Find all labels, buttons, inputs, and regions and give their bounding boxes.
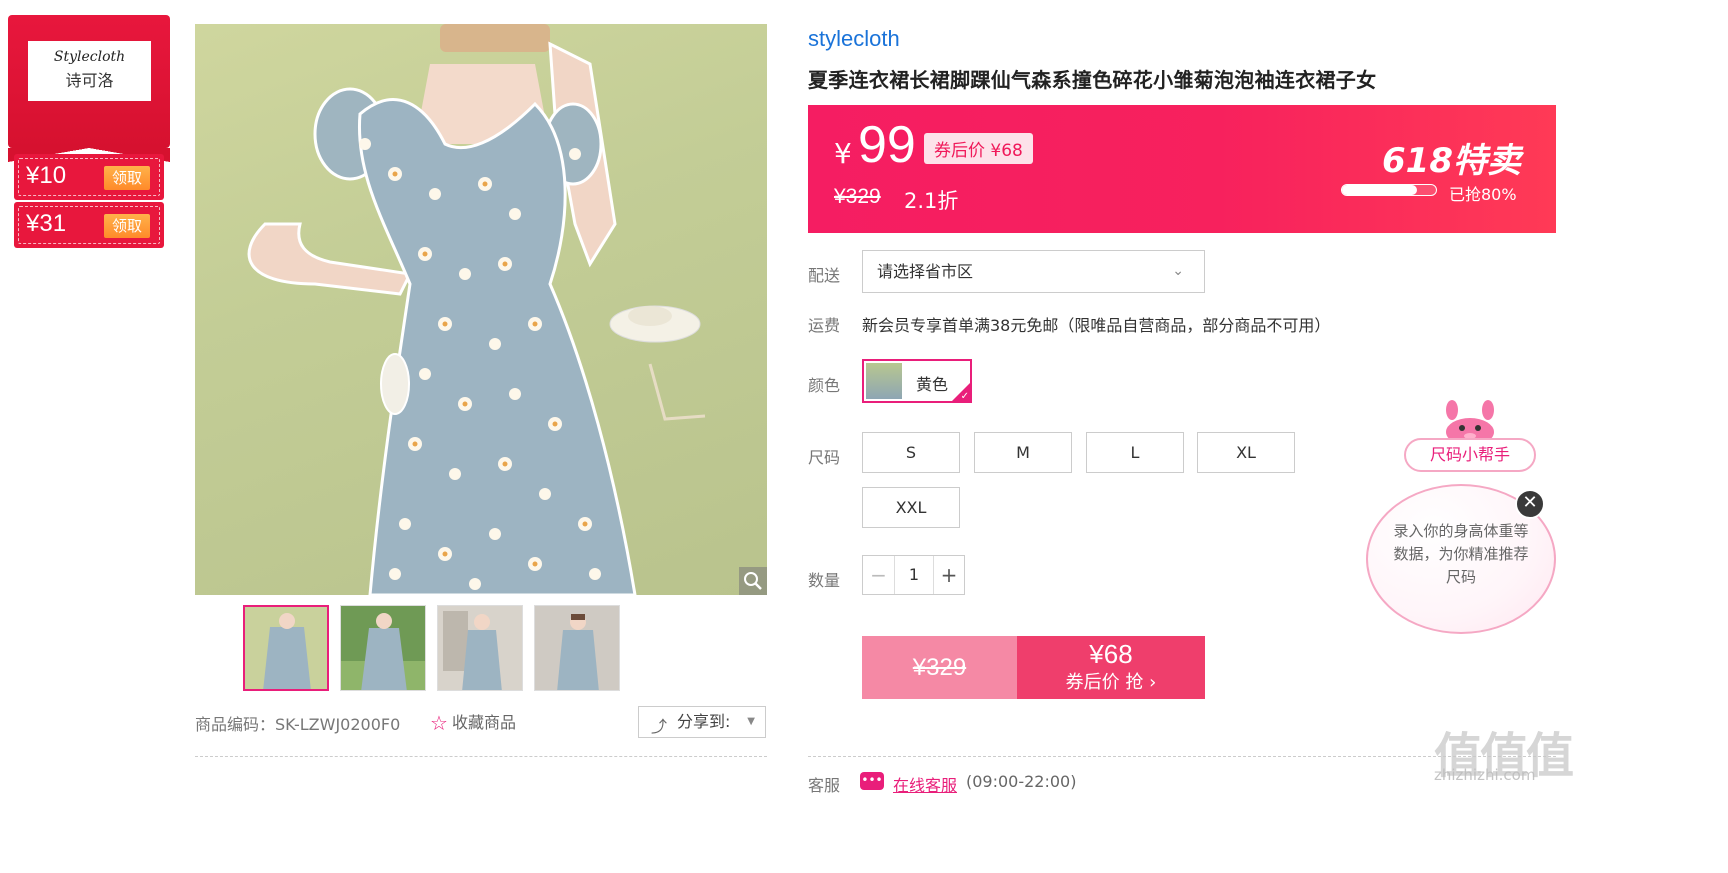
thumbnail-3[interactable]	[437, 605, 523, 691]
sold-progress-bar	[1341, 184, 1437, 196]
thumbnail-1[interactable]	[243, 605, 329, 691]
region-select[interactable]: 请选择省市区 ⌄	[862, 250, 1205, 293]
original-price: ¥329	[834, 185, 881, 208]
discount-rate: 2.1折	[904, 189, 959, 213]
chevron-down-icon: ▼	[747, 716, 755, 727]
share-label: 分享到:	[677, 712, 731, 731]
delivery-label: 配送	[808, 266, 841, 285]
buy-original-price[interactable]: ¥329	[862, 636, 1017, 699]
promo-title: 618特卖	[1382, 141, 1521, 181]
color-option-yellow[interactable]: 黄色 ✓	[862, 359, 972, 403]
claim-coupon-button[interactable]: 领取	[104, 166, 150, 190]
size-helper-title[interactable]: 尺码小帮手	[1404, 438, 1536, 472]
currency-symbol: ¥	[834, 137, 852, 170]
size-option-l[interactable]: L	[1086, 432, 1184, 473]
shipping-label: 运费	[808, 316, 841, 335]
price-banner: ¥ 99 券后价 ¥68 ¥329 2.1折 618特卖 已抢80%	[808, 105, 1556, 233]
thumbnail-4[interactable]	[534, 605, 620, 691]
service-label: 客服	[808, 776, 841, 795]
color-label: 颜色	[808, 376, 841, 395]
buy-price: ¥68	[1089, 639, 1133, 669]
watermark-url: zhizhizhi.com	[1434, 766, 1536, 784]
buy-now-button[interactable]: ¥68 券后价 抢 ›	[1017, 636, 1205, 699]
coupon-amount: ¥31	[26, 210, 67, 237]
quantity-input[interactable]: 1	[895, 556, 933, 594]
service-hours: (09:00-22:00)	[966, 772, 1077, 791]
quantity-stepper: − 1 +	[862, 555, 965, 595]
color-option-label: 黄色	[916, 375, 949, 394]
star-icon: ☆	[430, 711, 448, 735]
region-select-value: 请选择省市区	[877, 262, 974, 281]
size-label: 尺码	[808, 448, 841, 467]
brand-logo[interactable]: Stylecloth 诗可洛	[28, 41, 151, 101]
brand-panel: Stylecloth 诗可洛	[8, 15, 170, 162]
divider	[195, 756, 767, 757]
coupon-10: ¥10 领取	[14, 154, 164, 200]
share-dropdown[interactable]: ⤴ 分享到: ▼	[638, 706, 766, 738]
chevron-down-icon: ⌄	[1172, 263, 1184, 279]
brand-name-en: Stylecloth	[53, 49, 126, 65]
quantity-decrease-button[interactable]: −	[863, 556, 895, 594]
online-service-link[interactable]: 在线客服	[893, 772, 957, 796]
size-helper-text: 录入你的身高体重等数据，为你精准推荐尺码	[1393, 522, 1529, 586]
size-option-xxl[interactable]: XXL	[862, 487, 960, 528]
shipping-info: 新会员专享首单满38元免邮（限唯品自营商品，部分商品不可用）	[862, 316, 1331, 335]
quantity-increase-button[interactable]: +	[933, 556, 964, 594]
sku-code: 商品编码：SK-LZWJ0200F0	[195, 715, 401, 734]
size-option-s[interactable]: S	[862, 432, 960, 473]
checkmark-icon: ✓	[960, 391, 969, 402]
close-icon[interactable]: ✕	[1515, 489, 1545, 519]
magnifier-icon[interactable]	[739, 567, 767, 595]
chat-icon[interactable]: •••	[860, 772, 884, 790]
current-price: 99	[858, 116, 916, 174]
favorite-button[interactable]: ☆ 收藏商品	[430, 709, 516, 735]
size-option-m[interactable]: M	[974, 432, 1072, 473]
product-main-image[interactable]	[195, 24, 767, 595]
claim-coupon-button[interactable]: 领取	[104, 214, 150, 238]
store-link[interactable]: stylecloth	[808, 26, 900, 52]
dress-photo	[247, 24, 706, 595]
product-title: 夏季连衣裙长裙脚踝仙气森系撞色碎花小雏菊泡泡袖连衣裙子女	[808, 68, 1377, 92]
coupon-31: ¥31 领取	[14, 202, 164, 248]
buy-action-label: 券后价 抢 ›	[1065, 672, 1157, 693]
coupon-amount: ¥10	[26, 162, 67, 189]
quantity-label: 数量	[808, 571, 841, 590]
brand-name-cn: 诗可洛	[65, 71, 114, 90]
thumbnail-2[interactable]	[340, 605, 426, 691]
favorite-label: 收藏商品	[451, 713, 516, 732]
color-swatch	[866, 363, 902, 399]
sold-progress-text: 已抢80%	[1449, 185, 1517, 204]
sold-progress-fill	[1342, 185, 1418, 195]
coupon-price-badge: 券后价 ¥68	[924, 133, 1033, 164]
share-icon: ⤴	[651, 717, 668, 736]
size-option-xl[interactable]: XL	[1197, 432, 1295, 473]
